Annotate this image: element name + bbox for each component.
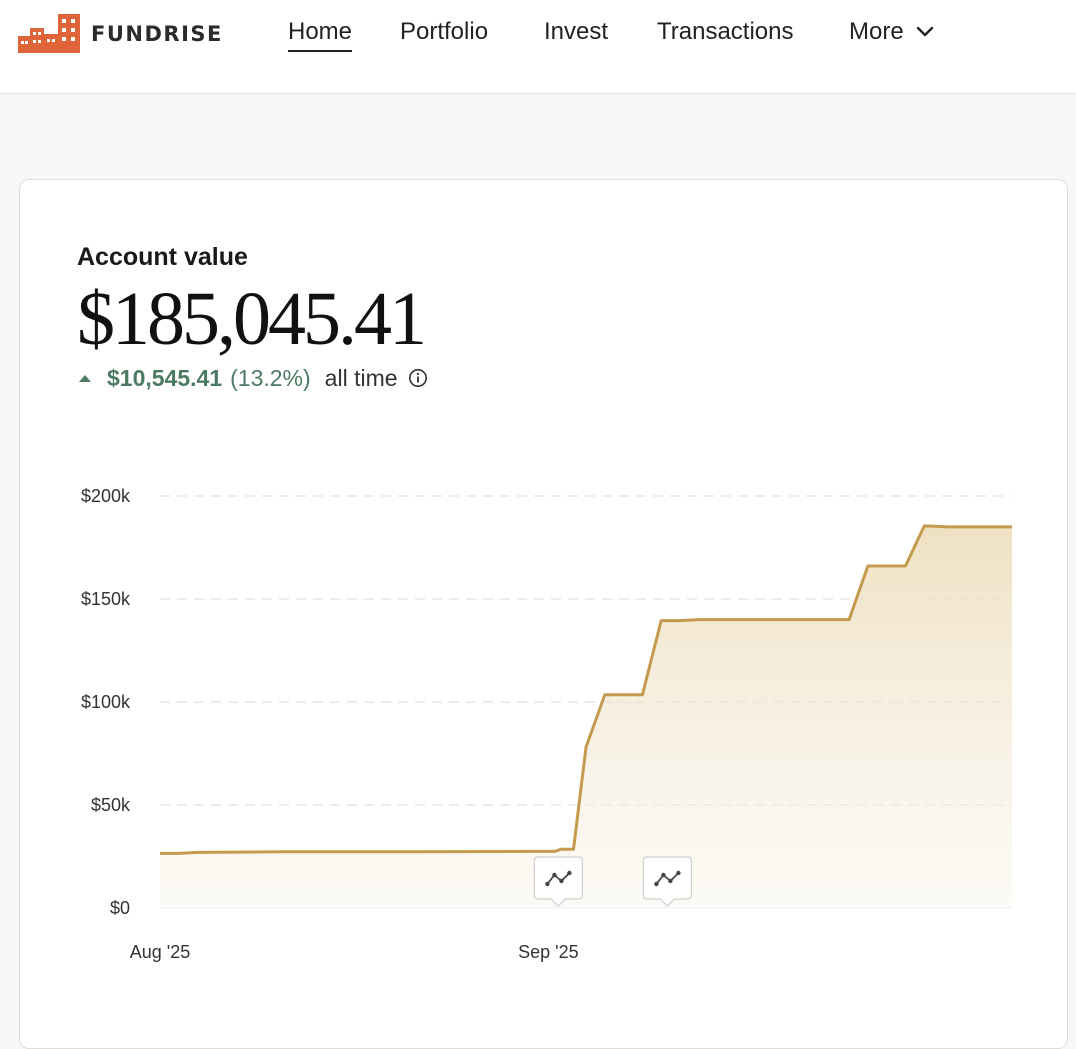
trend-line-dot: [676, 870, 681, 876]
trend-line-dot: [654, 881, 659, 887]
x-tick-label: Sep '25: [518, 942, 579, 962]
trend-line-dot: [661, 872, 666, 878]
trend-line-dot: [668, 878, 673, 884]
event-marker-bubble: [642, 856, 693, 907]
y-tick-label: $0: [110, 898, 130, 918]
trend-line-dot: [559, 878, 564, 884]
y-tick-label: $150k: [81, 589, 131, 609]
x-tick-label: Aug '25: [130, 942, 191, 962]
event-marker-bubble: [533, 856, 584, 907]
trend-line-dot: [552, 872, 557, 878]
account-value-chart: $0 $50k $100k $150k $200k Aug '25 Sep '25: [81, 486, 1012, 962]
y-tick-label: $100k: [81, 692, 131, 712]
y-tick-label: $50k: [91, 795, 131, 815]
trend-line-dot: [545, 881, 550, 887]
event-marker[interactable]: [642, 856, 693, 907]
y-tick-label: $200k: [81, 486, 131, 506]
event-marker[interactable]: [533, 856, 584, 907]
trend-line-dot: [567, 870, 572, 876]
